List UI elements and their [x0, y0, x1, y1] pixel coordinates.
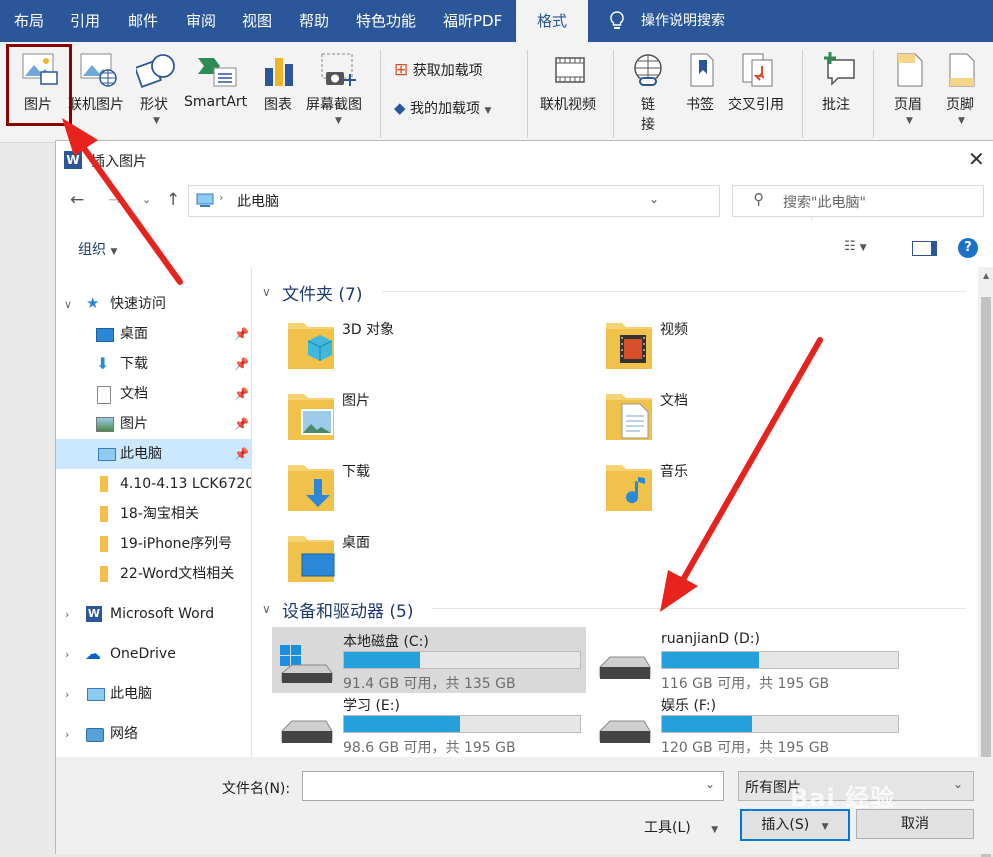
- red-arrow-to-drives: [660, 337, 823, 612]
- watermark: Bai 经验: [790, 784, 896, 812]
- annotation-arrows: [62, 118, 823, 612]
- red-arrow-to-picture-button: [62, 118, 183, 285]
